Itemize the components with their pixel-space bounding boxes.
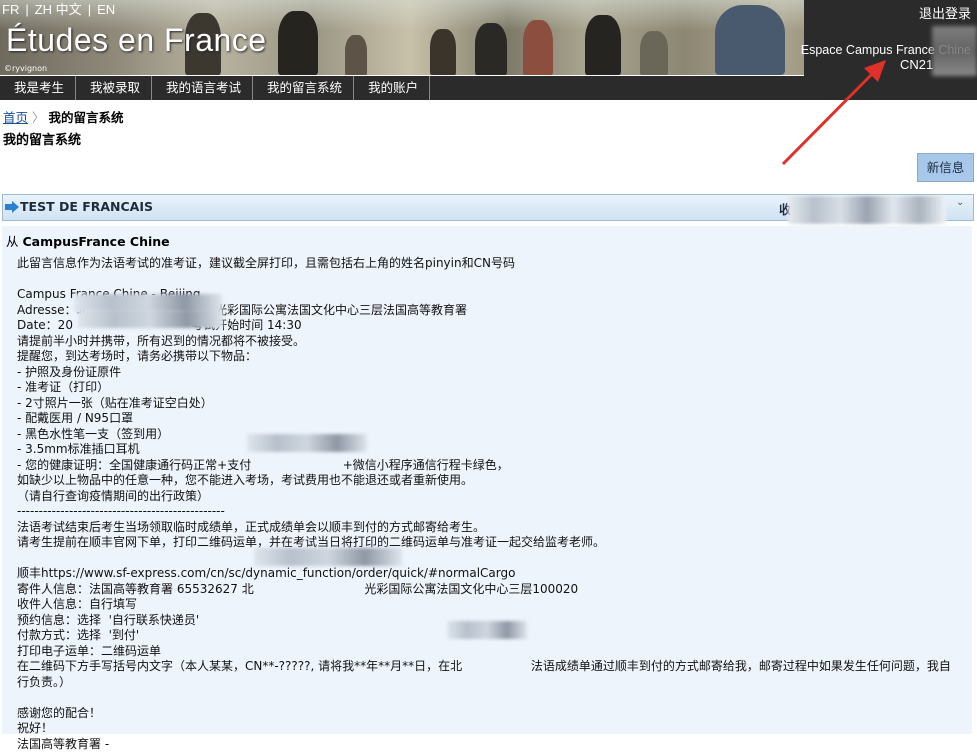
message-content: 此留言信息作为法语考试的准考证，建议截全屏打印，且需包括右上角的姓名pinyin…	[17, 256, 967, 752]
nav-item-messages[interactable]: 我的留言系统	[253, 76, 354, 100]
banner-figure	[523, 20, 553, 75]
breadcrumb-separator-icon: 〉	[32, 110, 45, 125]
lang-separator: |	[88, 2, 91, 17]
message-line: - 护照及身份证原件	[17, 365, 967, 381]
collapse-chevron-icon[interactable]: ⌄	[956, 197, 964, 208]
message-line: 行负责。）	[17, 675, 967, 691]
message-line	[17, 272, 967, 288]
message-line: 请提前半小时并携带，所有迟到的情况都将不被接受。	[17, 334, 967, 350]
message-line: 如缺少以上物品中的任意一种，您不能进入考场，考试费用也不能退还或者重新使用。	[17, 473, 967, 489]
message-line: - 黑色水性笔一支（签到用）	[17, 427, 967, 443]
message-line: 请考生提前在顺丰官网下单，打印二维码运单，并在考试当日将打印的二维码运单与准考证…	[17, 535, 967, 551]
redacted-text	[247, 434, 367, 452]
banner-figure	[345, 35, 367, 75]
message-body: 从 CampusFrance Chine 此留言信息作为法语考试的准考证，建议截…	[2, 226, 972, 734]
language-switcher: FR | ZH 中文 | EN	[2, 0, 121, 18]
nav-item-candidate[interactable]: 我是考生	[0, 76, 76, 100]
breadcrumb-home-link[interactable]: 首页	[3, 110, 28, 125]
message-line	[17, 690, 967, 706]
message-line: - 准考证（打印）	[17, 380, 967, 396]
message-line: 寄件人信息：法国高等教育署 65532627 北 光彩国际公寓法国文化中心三层1…	[17, 582, 967, 598]
message-line: 在二维码下方手写括号内文字（本人某某，CN**-?????, 请将我**年**月…	[17, 659, 967, 675]
message-line: 祝好！	[17, 721, 967, 737]
photo-credit: ©ryvignon	[4, 64, 47, 73]
message-line: - 3.5mm标准插口耳机	[17, 442, 967, 458]
banner-figure	[475, 23, 507, 75]
message-line: ----------------------------------------…	[17, 504, 967, 520]
nav-item-account[interactable]: 我的账户	[354, 76, 430, 100]
banner-figure	[640, 31, 668, 75]
logout-link[interactable]: 退出登录	[919, 3, 971, 22]
new-message-button[interactable]: 新信息	[917, 153, 974, 182]
red-arrow-icon	[780, 60, 900, 170]
nav-item-admitted[interactable]: 我被录取	[76, 76, 152, 100]
message-line: 打印电子运单：二维码运单	[17, 644, 967, 660]
redacted-name	[932, 26, 977, 76]
message-line: - 您的健康证明：全国健康通行码正常+支付 +微信小程序通信行程卡绿色，	[17, 458, 967, 474]
nav-item-language-test[interactable]: 我的语言考试	[152, 76, 253, 100]
message-subject: TEST DE FRANCAIS	[20, 199, 153, 214]
redacted-text	[254, 548, 402, 566]
message-line: 法语考试结束后考生当场领取临时成绩单，正式成绩单会以顺丰到付的方式邮寄给考生。	[17, 520, 967, 536]
main-nav: 我是考生 我被录取 我的语言考试 我的留言系统 我的账户	[0, 76, 804, 100]
message-line: 顺丰https://www.sf-express.com/cn/sc/dynam…	[17, 566, 967, 582]
message-from: 从 CampusFrance Chine	[6, 231, 170, 250]
breadcrumb: 首页〉我的留言系统	[3, 107, 124, 126]
lang-zh-link[interactable]: ZH 中文	[35, 2, 82, 17]
message-line	[17, 551, 967, 567]
message-line: 法国高等教育署 -	[17, 737, 967, 752]
lang-fr-link[interactable]: FR	[2, 2, 19, 17]
message-line: 此留言信息作为法语考试的准考证，建议截全屏打印，且需包括右上角的姓名pinyin…	[17, 256, 967, 272]
message-line: 提醒您，到达考场时，请务必携带以下物品：	[17, 349, 967, 365]
banner-figure	[430, 29, 456, 75]
redacted-text	[78, 310, 223, 328]
message-line: 收件人信息：自行填写	[17, 597, 967, 613]
lang-separator: |	[25, 2, 28, 17]
message-line: 感谢您的配合！	[17, 706, 967, 722]
message-line: - 2寸照片一张（贴在准考证空白处）	[17, 396, 967, 412]
from-name: CampusFrance Chine	[23, 234, 170, 249]
account-id: CN21	[900, 57, 933, 72]
redacted-text	[447, 621, 527, 639]
lang-en-link[interactable]: EN	[97, 2, 115, 17]
arrow-right-icon	[5, 201, 19, 213]
page-title: 我的留言系统	[3, 129, 81, 148]
banner-figure	[278, 11, 318, 75]
message-line: - 配戴医用 / N95口罩	[17, 411, 967, 427]
banner-figure	[585, 15, 621, 75]
site-title[interactable]: Études en France	[6, 22, 267, 59]
from-prefix: 从	[6, 234, 19, 249]
message-line: （请自行查询疫情期间的出行政策）	[17, 489, 967, 505]
banner-figure	[715, 5, 785, 75]
redacted-date	[788, 196, 946, 224]
breadcrumb-current: 我的留言系统	[49, 110, 124, 125]
